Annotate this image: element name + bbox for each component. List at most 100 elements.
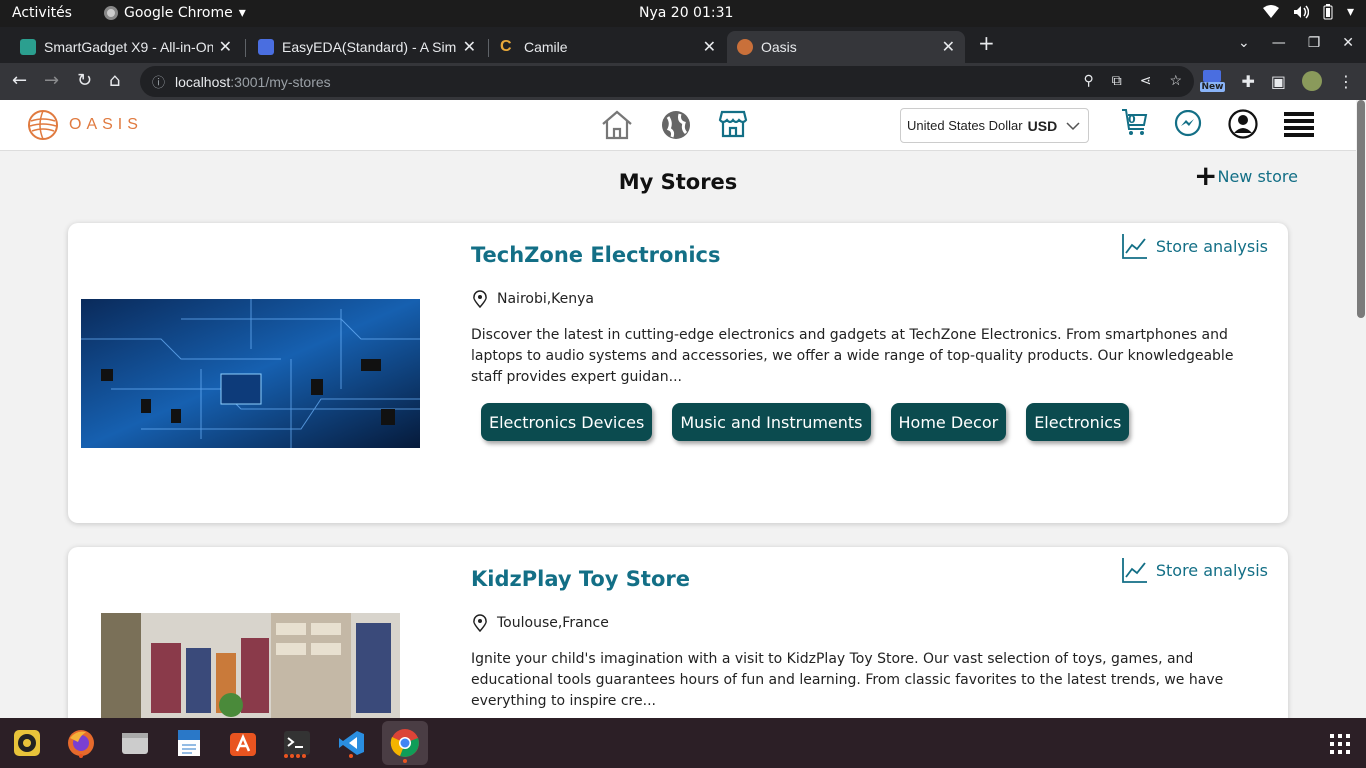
app-header: OASIS United States Dollar USD 0 (0, 100, 1356, 151)
forward-arrow-icon[interactable]: → (44, 70, 59, 91)
running-indicator (290, 754, 294, 758)
home-icon[interactable]: ⌂ (109, 70, 120, 91)
chrome-icon (104, 6, 118, 20)
document-icon (178, 730, 200, 756)
oasis-logo[interactable]: OASIS (27, 109, 143, 141)
page-scrollbar[interactable] (1356, 100, 1366, 718)
category-chip[interactable]: Electronics Devices (481, 403, 653, 441)
tab-title: Oasis (761, 39, 797, 55)
address-bar[interactable]: ⓘ localhost :3001/my-stores ⚲ ⧉ ⋖ ☆ (140, 66, 1194, 97)
cart-count: 0 (1128, 113, 1136, 126)
dock-terminal[interactable] (280, 726, 314, 760)
page-title: My Stores (618, 170, 738, 194)
new-badge: New (1199, 82, 1226, 92)
new-store-button[interactable]: + New store (1194, 162, 1298, 190)
store-analysis-button[interactable]: Store analysis (1121, 557, 1268, 583)
new-store-label: New store (1217, 166, 1298, 186)
tab-strip: SmartGadget X9 - All-in-One ✕ EasyEDA(St… (0, 27, 1366, 63)
app-menu[interactable]: Google Chrome ▾ (104, 5, 246, 21)
site-info-icon[interactable]: ⓘ (152, 72, 165, 91)
tab-oasis[interactable]: Oasis ✕ (727, 31, 965, 63)
globe-nav-icon[interactable] (660, 109, 692, 141)
store-nav-icon[interactable] (718, 109, 748, 139)
folder-icon (122, 733, 148, 754)
dock-firefox[interactable] (64, 726, 98, 760)
location-pin-icon (473, 614, 487, 632)
home-nav-icon[interactable] (600, 109, 634, 141)
tab-camile[interactable]: C Camile ✕ (490, 31, 726, 63)
close-tab-icon[interactable]: ✕ (463, 37, 476, 57)
show-apps-grid-icon[interactable] (1330, 734, 1350, 754)
logo-text: OASIS (69, 116, 143, 133)
store-location: Toulouse,France (471, 614, 609, 632)
close-tab-icon[interactable]: ✕ (942, 37, 955, 57)
main-nav (600, 109, 748, 141)
battery-icon (1323, 4, 1333, 20)
share-icon[interactable]: ⋖ (1140, 72, 1152, 89)
category-chip[interactable]: Home Decor (890, 403, 1007, 441)
oasis-favicon-icon (737, 39, 753, 55)
dock-app-center[interactable] (226, 726, 260, 760)
user-account-icon[interactable] (1228, 109, 1258, 139)
clock[interactable]: Nya 20 01:31 (639, 5, 733, 21)
profile-avatar-icon[interactable] (1302, 71, 1322, 91)
menu-list-icon[interactable] (1284, 111, 1314, 137)
ubuntu-dock (0, 718, 1366, 768)
tab-title: SmartGadget X9 - All-in-One (44, 39, 213, 55)
store-analysis-label: Store analysis (1155, 560, 1268, 580)
close-window-icon[interactable]: ✕ (1342, 35, 1354, 51)
close-tab-icon[interactable]: ✕ (703, 37, 716, 57)
new-tab-icon[interactable]: + (978, 31, 995, 55)
dock-rhythmbox[interactable] (10, 726, 44, 760)
location-pin-icon[interactable]: ⚲ (1083, 72, 1093, 89)
more-menu-icon[interactable]: ⋮ (1338, 72, 1354, 91)
scrollbar-thumb[interactable] (1357, 100, 1365, 318)
maximize-icon[interactable]: ❐ (1308, 35, 1321, 51)
chrome-icon (390, 729, 419, 757)
store-analysis-label: Store analysis (1155, 236, 1268, 256)
dock-chrome[interactable] (382, 721, 428, 765)
dock-files[interactable] (118, 726, 152, 760)
camile-favicon-icon: C (500, 38, 512, 55)
app-menu-label: Google Chrome (124, 5, 233, 21)
store-name[interactable]: KidzPlay Toy Store (471, 567, 690, 591)
store-image-toy-store[interactable] (101, 613, 400, 723)
store-name[interactable]: TechZone Electronics (471, 243, 721, 267)
close-tab-icon[interactable]: ✕ (219, 37, 232, 57)
reload-icon[interactable]: ↻ (77, 70, 92, 91)
extension-new-button[interactable]: New (1199, 70, 1226, 92)
extension-icon (1203, 70, 1222, 82)
dock-writer[interactable] (172, 726, 206, 760)
side-panel-icon[interactable]: ▣ (1271, 72, 1286, 91)
tab-smartgadget[interactable]: SmartGadget X9 - All-in-One ✕ (10, 31, 242, 63)
store-image-circuit-board[interactable] (81, 299, 420, 448)
tab-search-icon[interactable]: ⌄ (1238, 35, 1250, 51)
system-top-bar: Activités Google Chrome ▾ Nya 20 01:31 ▾ (0, 0, 1366, 27)
chatgpt-favicon-icon (20, 39, 36, 55)
store-card[interactable]: KidzPlay Toy Store Store analysis Toulou… (68, 547, 1288, 747)
store-card[interactable]: TechZone Electronics Store analysis Nair… (68, 223, 1288, 523)
back-arrow-icon[interactable]: ← (12, 70, 27, 91)
terminal-icon (284, 731, 310, 755)
system-tray[interactable]: ▾ (1262, 4, 1354, 20)
extensions-puzzle-icon[interactable]: ✚ (1241, 72, 1254, 91)
store-analysis-button[interactable]: Store analysis (1121, 233, 1268, 259)
dock-vscode[interactable] (334, 726, 368, 760)
tab-easyeda[interactable]: EasyEDA(Standard) - A Sim ✕ (248, 31, 486, 63)
category-chip[interactable]: Music and Instruments (672, 403, 871, 441)
toolbar-right: New ✚ ▣ ⋮ (1199, 70, 1354, 92)
running-indicator (79, 754, 83, 758)
category-chip[interactable]: Electronics (1026, 403, 1130, 441)
location-pin-icon (473, 290, 487, 308)
open-in-app-icon[interactable]: ⧉ (1112, 72, 1122, 89)
bookmark-star-icon[interactable]: ☆ (1169, 72, 1182, 89)
omnibox-actions: ⚲ ⧉ ⋖ ☆ (1083, 72, 1182, 89)
minimize-icon[interactable]: — (1272, 35, 1286, 51)
messenger-icon[interactable] (1174, 110, 1202, 138)
store-location: Nairobi,Kenya (471, 290, 594, 308)
cart-button[interactable]: 0 (1120, 107, 1148, 141)
currency-select[interactable]: United States Dollar USD (900, 108, 1089, 143)
store-description: Ignite your child's imagination with a v… (471, 651, 1224, 709)
activities-button[interactable]: Activités (12, 5, 72, 21)
chart-line-icon (1121, 558, 1147, 583)
